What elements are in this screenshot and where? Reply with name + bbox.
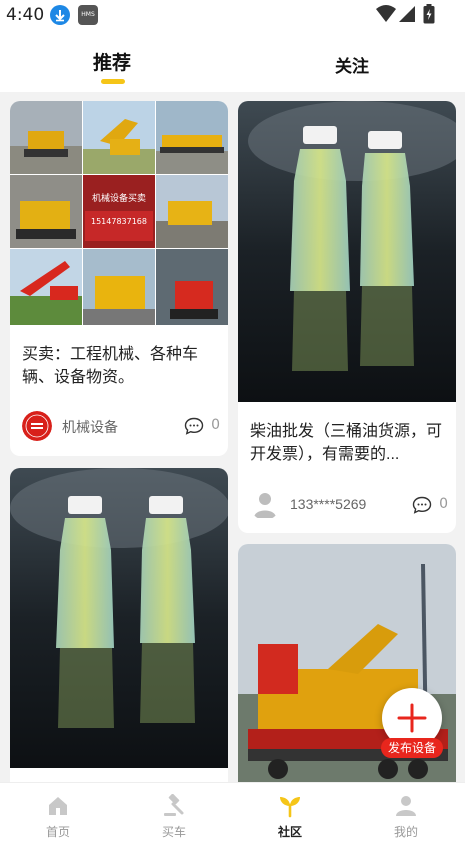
comment-count-value: 0 [439,496,448,512]
comment-icon [412,496,432,514]
top-tab-bar: 推荐 关注 [0,30,465,92]
status-time: 4:40 [6,5,45,25]
machinery-collage-image: 机械设备买卖 15147837168 [10,101,228,325]
user-icon [396,796,416,816]
publish-equipment-label[interactable]: 发布设备 [381,738,443,758]
author-name: 机械设备 [62,419,118,435]
nav-community[interactable]: 社区 [232,783,348,843]
home-icon [49,797,67,815]
battery-icon [423,4,435,28]
post-card[interactable]: 机械设备买卖 15147837168 买卖：工程机械、各种车辆、设备物资。 机械… [10,101,228,456]
diesel-bottles-image [238,101,456,402]
gavel-icon [164,794,184,816]
sprout-icon [280,797,300,818]
hms-icon: HMS [78,5,98,25]
post-title[interactable]: 买卖：工程机械、各种车辆、设备物资。 [22,343,220,389]
comment-icon [184,417,204,435]
nav-mine[interactable]: 我的 [348,783,464,843]
bottom-navigation: 首页 买车 社区 我的 [0,782,465,843]
nav-home-label: 首页 [45,825,70,839]
cellular-icon [398,5,416,27]
post-title[interactable]: 柴油批发（三桶油货源，可开发票），有需要的... [250,420,448,466]
collage-text-title: 机械设备买卖 [92,192,146,204]
status-bar: 4:40 HMS [0,0,465,30]
tab-active-indicator [101,79,125,84]
wifi-icon [376,5,396,27]
nav-community-label: 社区 [277,825,302,839]
post-card[interactable]: 柴油批发（三桶油货源，可开发票），有需要的... 133****5269 0 [238,101,456,533]
comment-count-value: 0 [211,417,220,433]
nav-home[interactable]: 首页 [0,783,116,843]
community-feed[interactable]: 机械设备买卖 15147837168 买卖：工程机械、各种车辆、设备物资。 机械… [0,92,465,782]
default-avatar-icon [254,493,276,518]
author-avatar [22,411,52,441]
post-card[interactable] [10,468,228,782]
author-name: 133****5269 [290,496,367,512]
nav-buy-car-label: 买车 [161,825,186,839]
download-icon [50,5,70,25]
collage-text-phone: 15147837168 [91,217,147,226]
nav-mine-label: 我的 [393,825,418,839]
post-author[interactable]: 机械设备 0 [22,411,220,441]
post-author[interactable]: 133****5269 0 [250,490,448,520]
tab-recommended[interactable]: 推荐 [93,48,131,75]
nav-buy-car[interactable]: 买车 [116,783,232,843]
diesel-bottles-image [10,468,228,768]
tab-following[interactable]: 关注 [335,52,369,77]
